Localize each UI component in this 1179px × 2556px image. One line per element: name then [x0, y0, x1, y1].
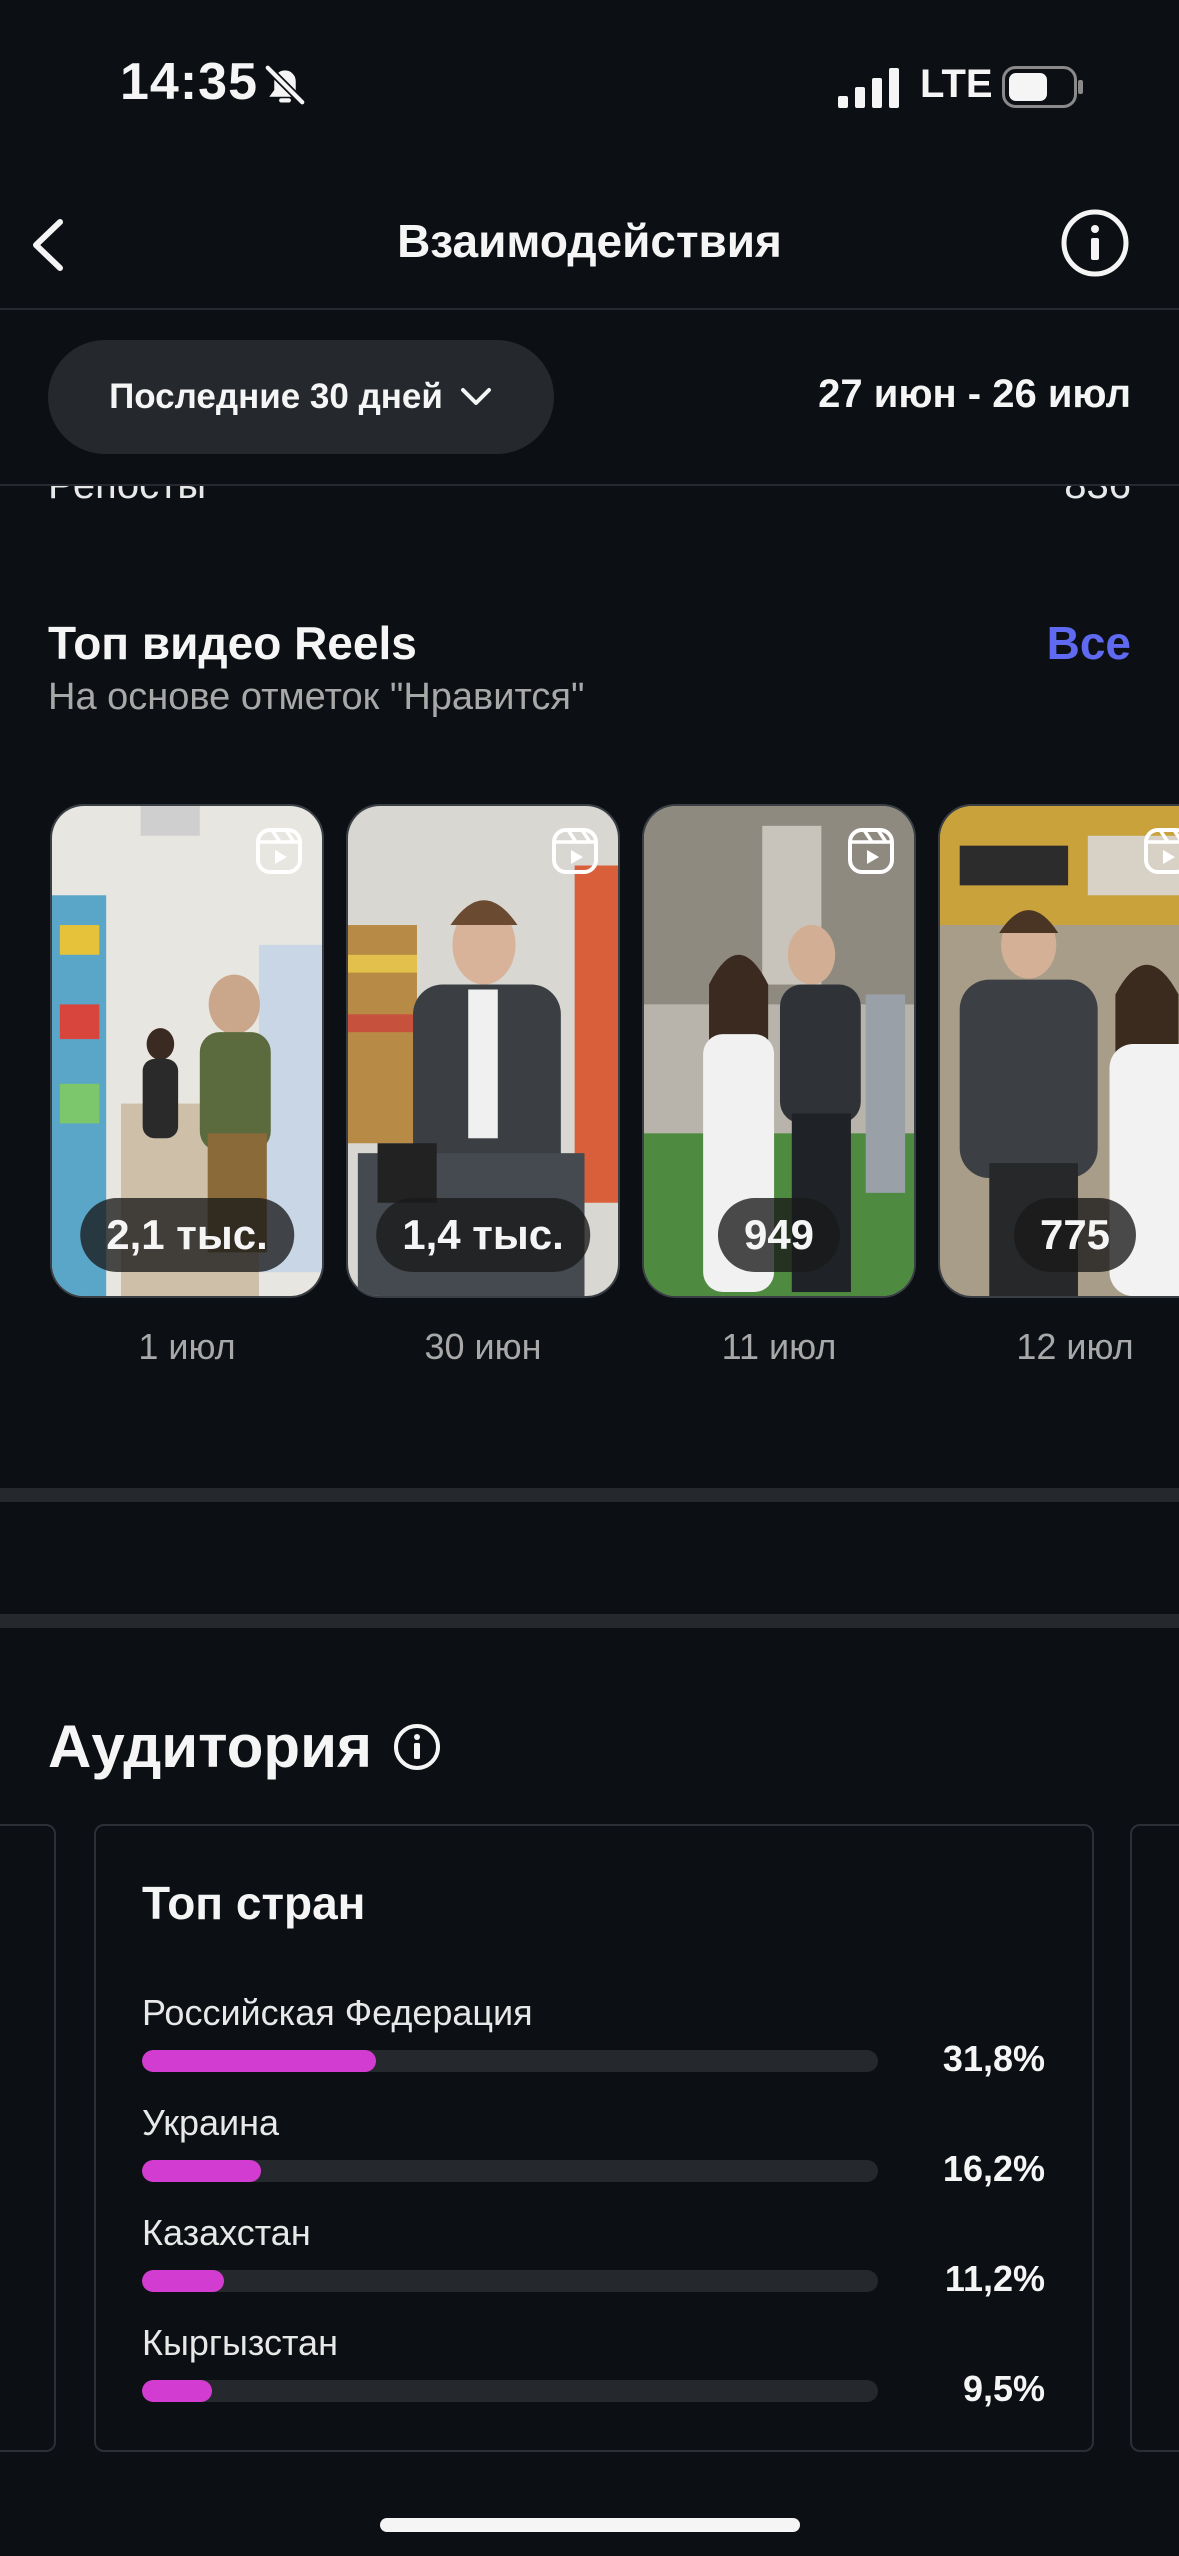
- country-percent: 31,8%: [942, 2038, 1045, 2079]
- reel-thumbnail[interactable]: 2,1 тыс.: [50, 804, 324, 1298]
- reel-date: 12 июл: [1016, 1326, 1134, 1367]
- country-name: Казахстан: [142, 2212, 311, 2253]
- reel-thumbnail[interactable]: 1,4 тыс.: [346, 804, 620, 1298]
- reel-date: 1 июл: [138, 1326, 236, 1367]
- country-percent: 9,5%: [962, 2368, 1045, 2409]
- reel-like-count: 949: [717, 1198, 841, 1272]
- reel-like-count: 775: [1013, 1198, 1137, 1272]
- scroll-clip: [0, 463, 1179, 485]
- sticky-header-mask: [0, 0, 1179, 484]
- section-divider: [0, 1488, 1179, 1502]
- reels-icon: [256, 828, 302, 874]
- section-divider: [0, 1614, 1179, 1628]
- reels-icon: [552, 828, 598, 874]
- country-name: Российская Федерация: [142, 1992, 533, 2033]
- country-name: Украина: [142, 2102, 280, 2143]
- reels-icon: [848, 828, 894, 874]
- reels-icon: [1144, 828, 1179, 874]
- reel-like-count: 2,1 тыс.: [80, 1198, 294, 1272]
- see-all-link[interactable]: Все: [1047, 616, 1131, 670]
- country-bar-fill: [142, 2160, 262, 2182]
- country-bar: [142, 2380, 878, 2402]
- reel-thumbnail[interactable]: 949: [642, 804, 916, 1298]
- filter-divider: [0, 484, 1179, 486]
- country-bar: [142, 2050, 878, 2072]
- reel-like-count: 1,4 тыс.: [376, 1198, 590, 1272]
- top-reels-subtitle: На основе отметок "Нравится": [48, 676, 585, 718]
- country-bar: [142, 2270, 878, 2292]
- country-percent: 11,2%: [944, 2258, 1045, 2299]
- audience-title: Аудитория: [48, 1713, 372, 1780]
- home-indicator[interactable]: [380, 2518, 800, 2532]
- top-countries-title: Топ стран: [142, 1877, 366, 1929]
- info-icon[interactable]: [392, 1722, 442, 1772]
- reel-date: 30 июн: [424, 1326, 542, 1367]
- country-bar-fill: [142, 2050, 377, 2072]
- prev-card[interactable]: [0, 1824, 56, 2452]
- reel-date: 11 июл: [721, 1326, 837, 1367]
- country-bar: [142, 2160, 878, 2182]
- top-reels-title: Топ видео Reels: [48, 617, 417, 669]
- next-card[interactable]: [1130, 1824, 1179, 2452]
- reel-thumbnail[interactable]: 775: [938, 804, 1179, 1298]
- country-bar-fill: [142, 2270, 225, 2292]
- country-bar-fill: [142, 2380, 212, 2402]
- country-name: Кыргызстан: [142, 2322, 338, 2363]
- country-percent: 16,2%: [942, 2148, 1045, 2189]
